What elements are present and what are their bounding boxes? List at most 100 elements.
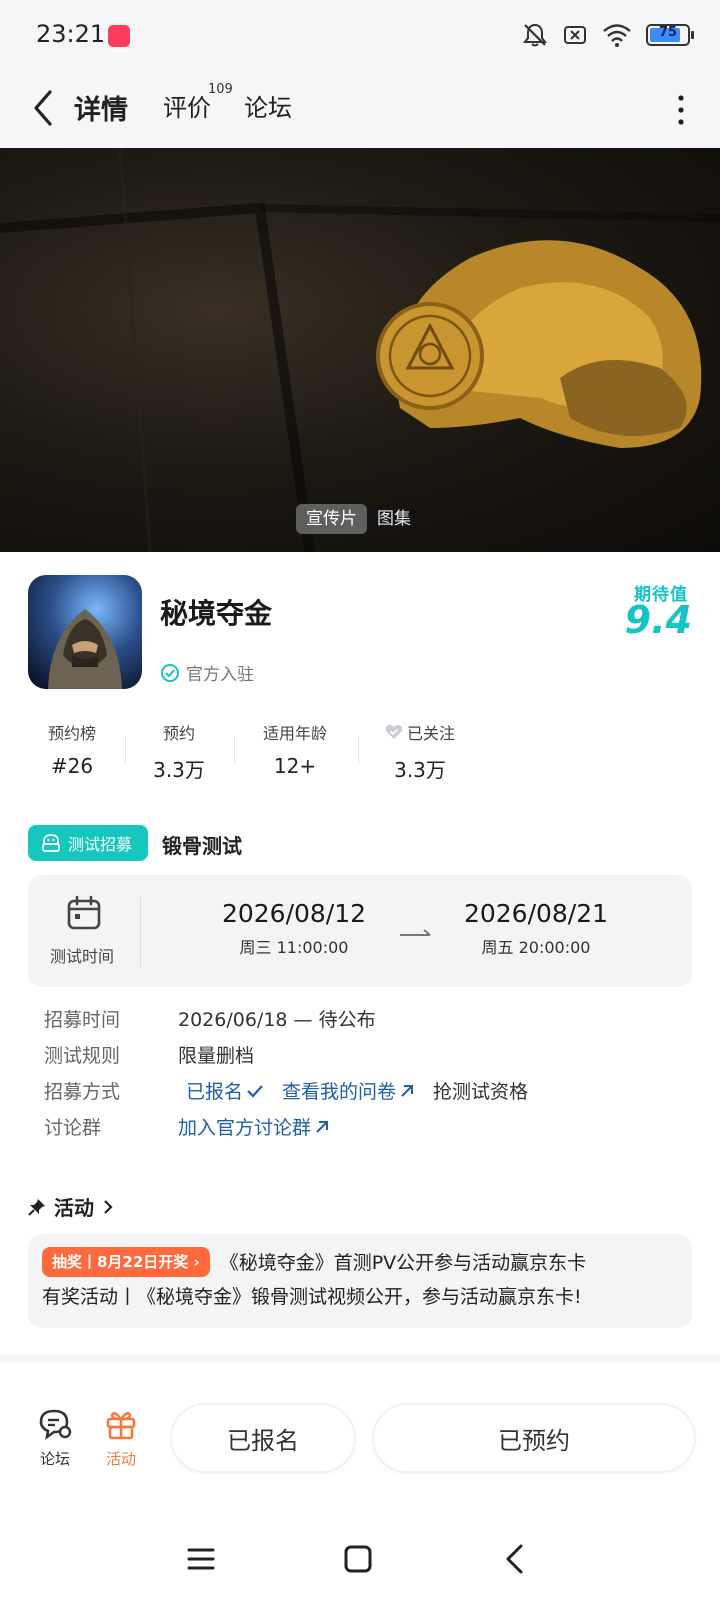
sim-off-icon — [564, 26, 586, 44]
stat-divider — [234, 736, 235, 764]
tab-review[interactable]: 评价 — [163, 88, 211, 123]
stat-reservation-rank[interactable]: 预约榜 #26 — [42, 720, 102, 778]
lottery-badge-label: 抽奖丨8月22日开奖 — [52, 1253, 189, 1271]
info-value: 限量删档 — [178, 1045, 255, 1067]
game-stats: 预约榜 #26 预约 3.3万 适用年龄 12+ 已关注 3.3万 — [28, 720, 488, 783]
lottery-badge: 抽奖丨8月22日开奖 › — [42, 1247, 210, 1277]
stat-value: 3.3万 — [153, 758, 205, 782]
info-row-recruit-time: 招募时间 2026/06/18 — 待公布 — [44, 1005, 684, 1041]
test-start-date: 2026/08/12 — [221, 899, 367, 928]
back-arrow-icon[interactable] — [26, 86, 66, 130]
info-value: 2026/06/18 — 待公布 — [178, 1009, 376, 1031]
stat-reservations: 预约 3.3万 — [146, 720, 212, 783]
test-time-card: 测试时间 2026/08/12 周三 11:00:00 2026/08/21 周… — [28, 875, 692, 987]
pin-icon — [28, 1198, 45, 1216]
game-app-icon[interactable] — [28, 575, 142, 689]
stat-label: 适用年龄 — [262, 724, 327, 743]
view-survey-link[interactable]: 查看我的问卷 — [282, 1077, 415, 1104]
gift-icon — [106, 1412, 136, 1440]
info-row-test-rules: 测试规则 限量删档 — [44, 1041, 684, 1077]
status-time: 23:21 — [36, 20, 106, 48]
check-icon — [247, 1084, 263, 1098]
tab-detail-label: 详情 — [74, 95, 128, 126]
test-info-list: 招募时间 2026/06/18 — 待公布 测试规则 限量删档 招募方式 已报名… — [44, 1005, 684, 1149]
activity-line-1: 抽奖丨8月22日开奖 › 《秘境夺金》首测PV公开参与活动赢京东卡 — [42, 1246, 678, 1280]
stat-label-followed: 已关注 — [378, 720, 462, 744]
test-end-date: 2026/08/21 — [463, 899, 609, 928]
back-icon[interactable] — [496, 1539, 536, 1579]
bottom-action-bar: 论坛 活动 已报名 已预约 — [0, 1363, 720, 1513]
bottom-forum-button[interactable]: 论坛 — [30, 1408, 80, 1469]
battery-level: 75 — [658, 25, 678, 40]
calendar-icon — [67, 895, 101, 930]
app-notification-icon — [108, 25, 130, 47]
official-verified-badge: 官方入驻 — [160, 660, 254, 685]
grab-qualification-label[interactable]: 抢测试资格 — [433, 1077, 528, 1104]
bottom-activity-button[interactable]: 活动 — [96, 1408, 146, 1469]
heart-icon — [385, 725, 403, 739]
status-bar: 23:21 75 — [0, 0, 720, 70]
test-recruit-badge: 测试招募 — [28, 825, 148, 861]
game-title: 秘境夺金 — [160, 597, 273, 630]
info-row-recruit-method: 招募方式 已报名 查看我的问卷 抢测试资格 — [44, 1077, 684, 1113]
hero-artwork — [0, 148, 720, 552]
expectation-score: 9.4 — [624, 598, 692, 642]
segment-gallery[interactable]: 图集 — [367, 504, 421, 534]
test-time-block: 测试时间 — [48, 895, 120, 967]
more-options-icon[interactable] — [676, 90, 686, 130]
info-key: 招募时间 — [44, 1009, 121, 1031]
system-navigation-bar — [0, 1513, 720, 1601]
tab-detail[interactable]: 详情 — [70, 88, 132, 127]
activity-card[interactable]: 抽奖丨8月22日开奖 › 《秘境夺金》首测PV公开参与活动赢京东卡 有奖活动丨《秘… — [28, 1234, 692, 1328]
test-end: 2026/08/21 周五 20:00:00 — [446, 899, 626, 958]
test-start-time: 周三 11:00:00 — [239, 938, 349, 957]
bottom-forum-label: 论坛 — [39, 1450, 70, 1468]
activity-header-label: 活动 — [54, 1196, 94, 1220]
activity-item-1[interactable]: 《秘境夺金》首测PV公开参与活动赢京东卡 — [220, 1252, 586, 1274]
game-icon-art — [28, 575, 142, 689]
info-row-discussion-group: 讨论群 加入官方讨论群 — [44, 1113, 684, 1149]
battery-icon: 75 — [646, 24, 694, 46]
segment-promo-video[interactable]: 宣传片 — [296, 504, 367, 534]
test-end-time: 周五 20:00:00 — [481, 938, 591, 957]
stat-value: 3.3万 — [394, 758, 446, 782]
external-arrow-icon — [401, 1084, 414, 1097]
test-name: 锻骨测试 — [162, 834, 242, 858]
chevron-right-icon — [104, 1199, 113, 1214]
top-nav-bar: 详情 评价 109 论坛 — [0, 70, 720, 148]
stat-age-rating[interactable]: 适用年龄 12+ — [252, 720, 338, 778]
info-key: 讨论群 — [44, 1117, 102, 1139]
activity-item-2[interactable]: 有奖活动丨《秘境夺金》锻骨测试视频公开，参与活动赢京东卡! — [42, 1280, 678, 1314]
info-value-group: 加入官方讨论群 — [178, 1113, 330, 1140]
home-icon[interactable] — [338, 1539, 378, 1579]
join-group-link[interactable]: 加入官方讨论群 — [178, 1113, 330, 1140]
media-type-switch: 宣传片 图集 — [294, 502, 423, 536]
stat-value: #26 — [50, 754, 94, 778]
info-key: 测试规则 — [44, 1045, 121, 1067]
menu-icon[interactable] — [181, 1539, 221, 1579]
section-separator — [0, 1355, 720, 1363]
stat-followers[interactable]: 已关注 3.3万 — [378, 720, 462, 783]
stat-divider — [125, 736, 126, 764]
official-label: 官方入驻 — [186, 665, 254, 685]
view-survey-label: 查看我的问卷 — [282, 1081, 397, 1103]
promo-video-banner[interactable]: 宣传片 图集 — [0, 148, 720, 552]
reserved-button[interactable]: 已预约 — [372, 1403, 696, 1473]
test-icon — [42, 834, 60, 852]
signed-up-link[interactable]: 已报名 — [186, 1077, 264, 1104]
join-group-label: 加入官方讨论群 — [178, 1117, 312, 1139]
wifi-icon — [603, 24, 631, 47]
registered-button[interactable]: 已报名 — [170, 1403, 356, 1473]
verified-check-icon — [161, 663, 179, 682]
stat-value: 12+ — [273, 754, 317, 778]
activity-section-header[interactable]: 活动 — [28, 1192, 114, 1221]
info-key: 招募方式 — [44, 1081, 121, 1103]
test-recruit-label: 测试招募 — [68, 835, 133, 854]
bell-off-icon — [523, 23, 547, 47]
test-time-label: 测试时间 — [49, 947, 114, 966]
card-divider — [140, 897, 141, 967]
stat-label: 已关注 — [406, 724, 455, 743]
arrow-right-icon — [400, 929, 431, 936]
tab-forum[interactable]: 论坛 — [244, 88, 292, 123]
stat-label: 预约榜 — [47, 724, 96, 743]
